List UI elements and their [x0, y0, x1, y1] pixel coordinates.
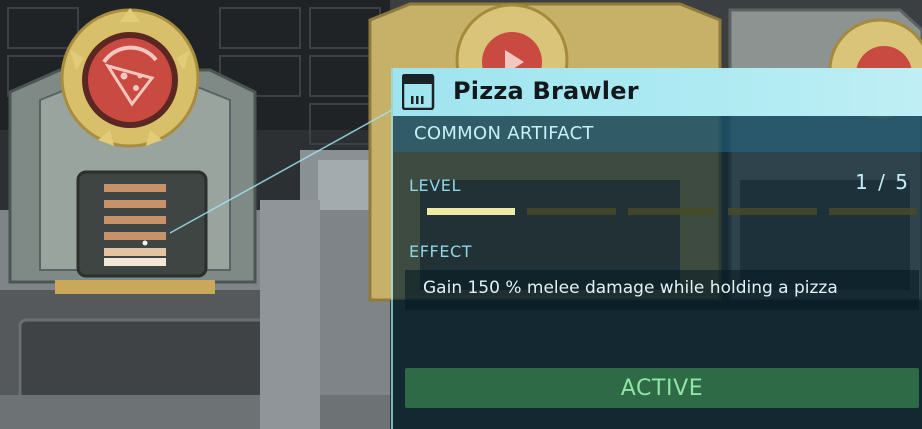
effect-text: Gain 150 % melee damage while holding a …: [423, 278, 838, 298]
artifact-tooltip: Pizza Brawler COMMON ARTIFACT LEVEL 1 / …: [391, 68, 922, 429]
level-segment: [427, 208, 516, 215]
tooltip-header: Pizza Brawler: [393, 68, 922, 116]
level-value: 1 / 5: [855, 170, 910, 194]
level-progress-bar: [427, 208, 917, 215]
artifact-title: Pizza Brawler: [453, 77, 639, 105]
level-segment: [828, 208, 917, 215]
artifact-rarity: COMMON ARTIFACT: [414, 123, 594, 144]
artifact-card-icon: [401, 73, 436, 111]
tooltip-body: LEVEL 1 / 5 EFFECT Gain 150 % melee dama…: [393, 152, 922, 429]
level-label: LEVEL: [409, 176, 461, 195]
active-status-button[interactable]: ACTIVE: [405, 368, 919, 408]
effect-label: EFFECT: [409, 242, 473, 261]
rarity-bar: COMMON ARTIFACT: [393, 116, 922, 152]
level-segment: [728, 208, 817, 215]
level-segment: [627, 208, 717, 215]
level-segment: [527, 208, 616, 215]
